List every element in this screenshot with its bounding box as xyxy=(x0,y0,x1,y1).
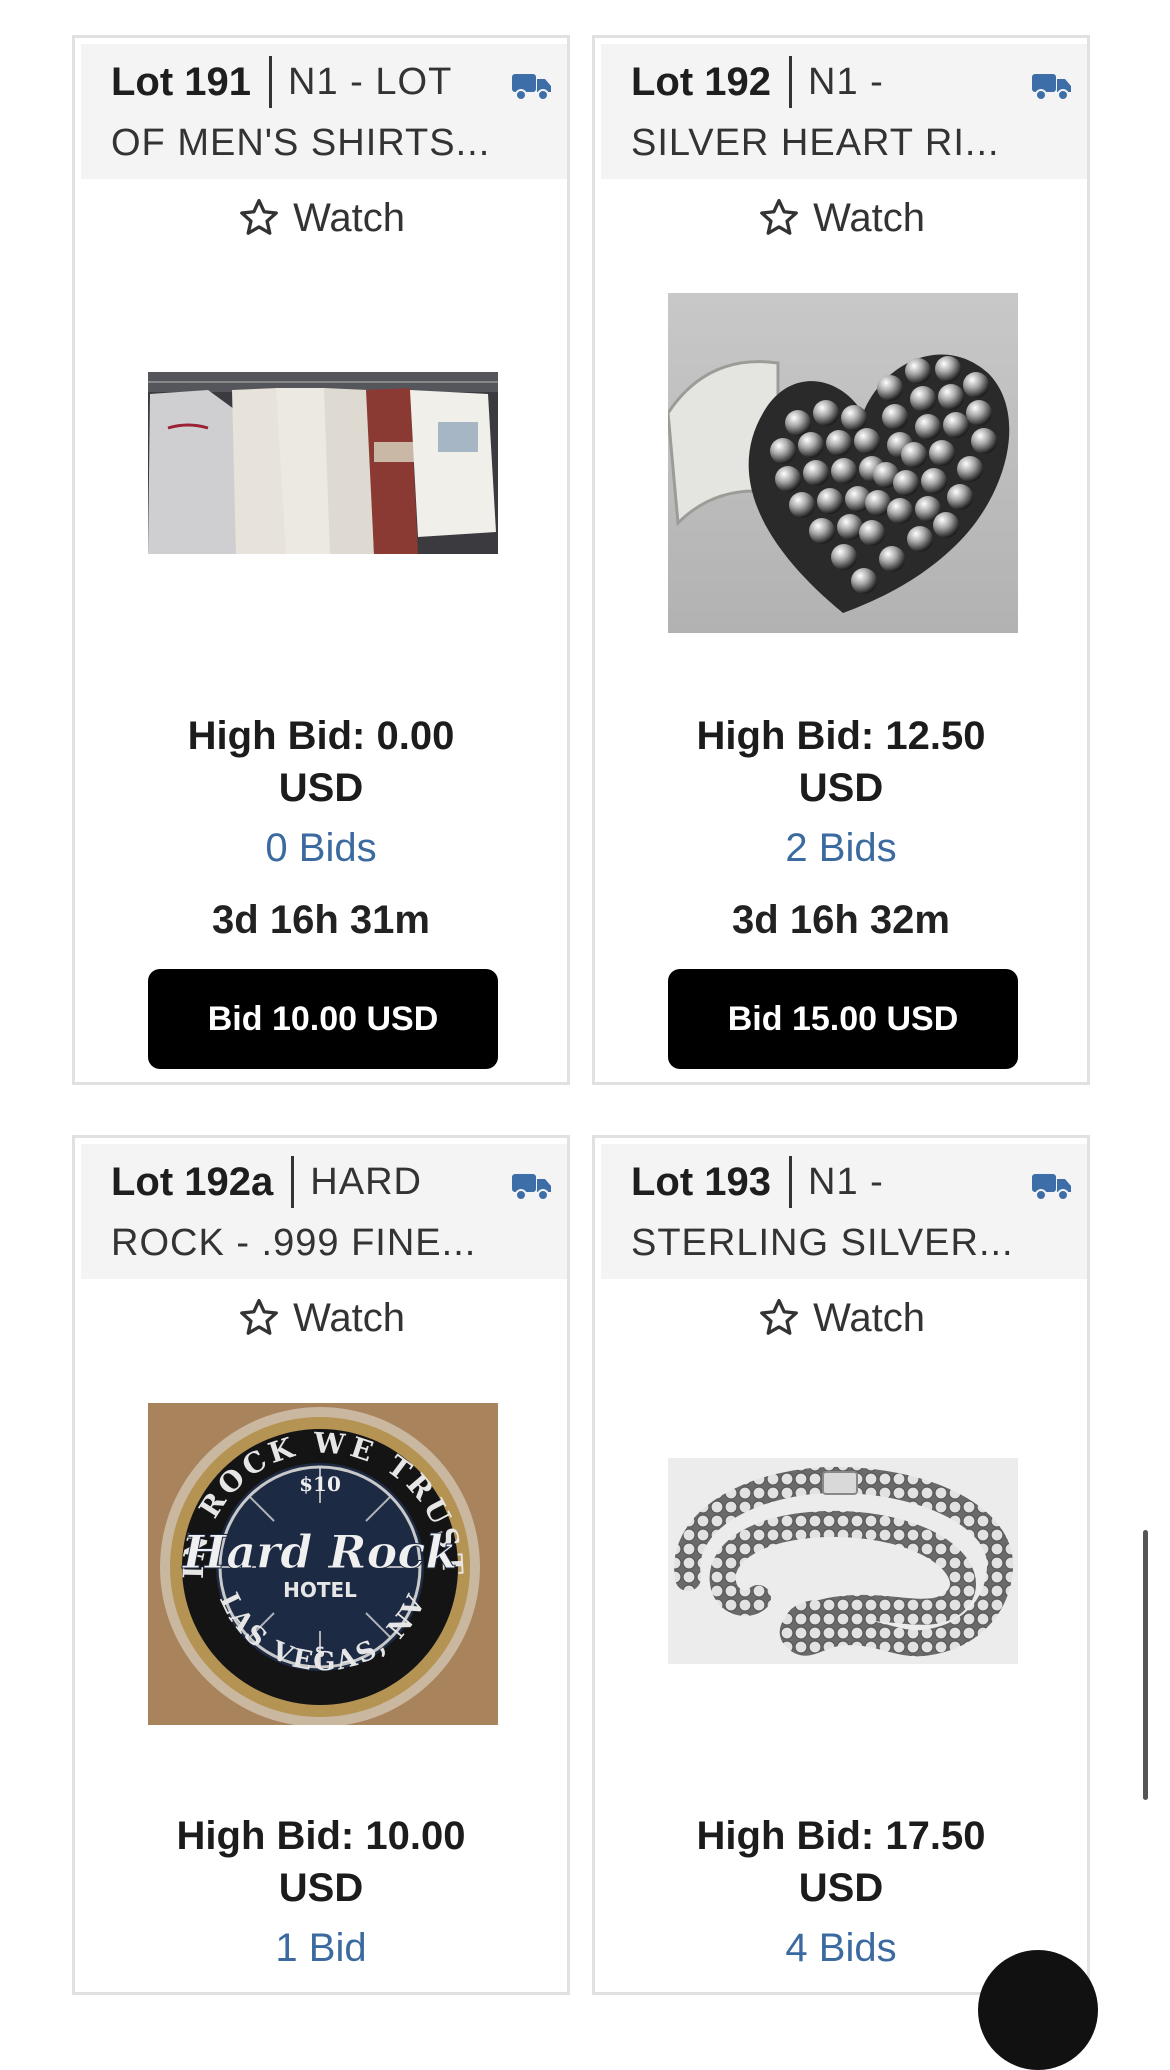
lot-title: N1 - LOT xyxy=(288,60,453,103)
time-left: 3d 16h 32m xyxy=(732,898,950,942)
lot-image[interactable] xyxy=(668,293,1018,633)
watch-label: Watch xyxy=(293,1295,405,1340)
bid-button[interactable]: Bid 15.00 USD xyxy=(668,969,1018,1069)
lot-card[interactable]: Lot 192 N1 - SILVER HEART RI... Watch Hi… xyxy=(592,35,1090,1085)
watch-button[interactable]: Watch xyxy=(75,188,567,248)
star-icon xyxy=(760,198,798,235)
time-left: 3d 16h 31m xyxy=(212,898,430,942)
lot-number: Lot 193 xyxy=(631,1159,772,1204)
lot-title: N1 - xyxy=(808,60,884,103)
floating-action-button[interactable] xyxy=(978,1950,1098,2070)
watch-button[interactable]: Watch xyxy=(75,1288,567,1348)
lot-number: Lot 192a xyxy=(111,1159,274,1204)
watch-label: Watch xyxy=(293,195,405,240)
high-bid-amount: High Bid: 17.50 xyxy=(696,1814,986,1858)
lot-header[interactable]: Lot 193 N1 - STERLING SILVER... xyxy=(601,1144,1087,1279)
lot-header[interactable]: Lot 192a HARD ROCK - .999 FINE... xyxy=(81,1144,567,1279)
lot-header[interactable]: Lot 191 N1 - LOT OF MEN'S SHIRTS... xyxy=(81,44,567,179)
separator xyxy=(291,1156,295,1208)
lot-title: HARD xyxy=(310,1160,422,1203)
lot-title: N1 - xyxy=(808,1160,884,1203)
coin-denomination: $10 xyxy=(299,1472,341,1496)
high-bid-currency: USD xyxy=(798,766,884,810)
bid-count-link[interactable]: 2 Bids xyxy=(595,826,1087,871)
truck-icon xyxy=(1032,74,1071,101)
lot-number: Lot 192 xyxy=(631,59,772,104)
lot-title-continued: OF MEN'S SHIRTS... xyxy=(111,122,491,164)
coin-sub: HOTEL xyxy=(283,1578,357,1602)
lot-title-continued: ROCK - .999 FINE... xyxy=(111,1222,477,1264)
bid-button[interactable]: Bid 10.00 USD xyxy=(148,969,498,1069)
lot-image[interactable]: IN ROCK WE TRUST LAS VEGAS, NV $10 Hard … xyxy=(148,1403,498,1725)
lot-number: Lot 191 xyxy=(111,59,252,104)
high-bid-currency: USD xyxy=(278,766,364,810)
high-bid: High Bid: 12.50 USD xyxy=(595,710,1087,814)
watch-button[interactable]: Watch xyxy=(595,1288,1087,1348)
truck-icon xyxy=(512,1174,551,1201)
star-icon xyxy=(240,198,278,235)
separator xyxy=(789,56,793,108)
bid-count-link[interactable]: 1 Bid xyxy=(75,1926,567,1971)
separator xyxy=(269,56,273,108)
lot-title-continued: SILVER HEART RI... xyxy=(631,122,1000,164)
star-icon xyxy=(240,1298,278,1335)
coin-brand: Hard Rock xyxy=(181,1525,457,1579)
lot-image[interactable] xyxy=(668,1458,1018,1664)
high-bid-currency: USD xyxy=(278,1866,364,1910)
lot-card[interactable]: Lot 191 N1 - LOT OF MEN'S SHIRTS... Watc… xyxy=(72,35,570,1085)
high-bid-amount: High Bid: 0.00 xyxy=(187,714,455,758)
lot-card[interactable]: Lot 192a HARD ROCK - .999 FINE... Watch xyxy=(72,1135,570,1995)
lot-image[interactable] xyxy=(148,372,498,554)
truck-icon xyxy=(1032,1174,1071,1201)
watch-label: Watch xyxy=(813,195,925,240)
lot-title-continued: STERLING SILVER... xyxy=(631,1222,1014,1264)
high-bid-amount: High Bid: 12.50 xyxy=(696,714,986,758)
lot-header[interactable]: Lot 192 N1 - SILVER HEART RI... xyxy=(601,44,1087,179)
watch-label: Watch xyxy=(813,1295,925,1340)
separator xyxy=(789,1156,793,1208)
high-bid: High Bid: 0.00 USD xyxy=(75,710,567,814)
lot-card[interactable]: Lot 193 N1 - STERLING SILVER... Watch Hi… xyxy=(592,1135,1090,1995)
high-bid-amount: High Bid: 10.00 xyxy=(176,1814,466,1858)
scrollbar[interactable] xyxy=(1143,1530,1148,1800)
watch-button[interactable]: Watch xyxy=(595,188,1087,248)
coin-mark: S xyxy=(315,1645,325,1661)
high-bid-currency: USD xyxy=(798,1866,884,1910)
bid-count-link[interactable]: 0 Bids xyxy=(75,826,567,871)
truck-icon xyxy=(512,74,551,101)
high-bid: High Bid: 10.00 USD xyxy=(75,1810,567,1914)
star-icon xyxy=(760,1298,798,1335)
high-bid: High Bid: 17.50 USD xyxy=(595,1810,1087,1914)
